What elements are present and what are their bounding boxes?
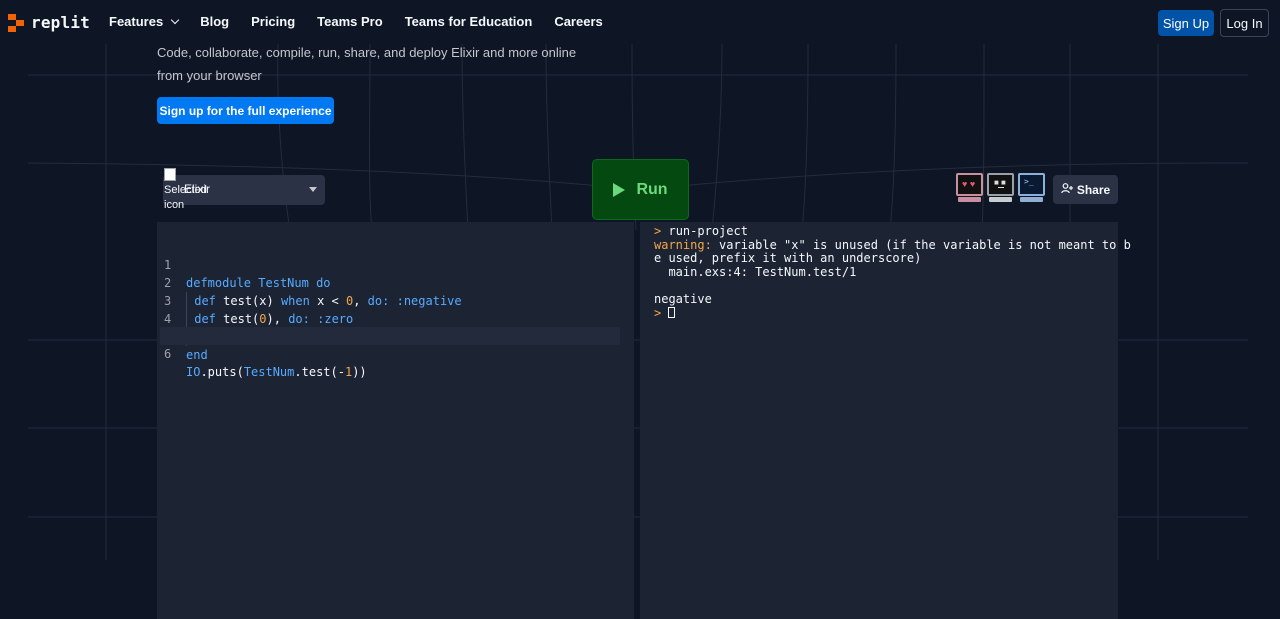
- nav-link-features[interactable]: Features: [109, 14, 180, 29]
- broken-image-icon: [164, 168, 176, 181]
- replit-logo-icon: [8, 13, 24, 32]
- code-line: 3 def test(0), do: :zero: [157, 274, 620, 328]
- run-button-label: Run: [636, 180, 668, 198]
- console-warning-line-2: e used, prefix it with an underscore): [654, 251, 922, 265]
- hero-description: Code, collaborate, compile, run, share, …: [157, 41, 617, 87]
- console-output-line: negative: [654, 292, 712, 306]
- add-user-icon: [1061, 182, 1073, 197]
- code-line: 1 defmodule TestNum do: [157, 238, 620, 290]
- nav-link-careers[interactable]: Careers: [554, 14, 602, 29]
- language-name: Elixir: [184, 182, 210, 196]
- code-line: 2 def test(x) when x < 0, do: :negative: [157, 256, 620, 310]
- console-output[interactable]: > run-project warning: variable "x" is u…: [640, 222, 1131, 619]
- nav-link-blog[interactable]: Blog: [200, 14, 229, 29]
- console-location-line: main.exs:4: TestNum.test/1: [654, 265, 857, 279]
- console-command-line: > run-project: [654, 224, 748, 239]
- console-input-line[interactable]: >: [654, 306, 676, 321]
- avatar-neutral-face-icon: ■ ■: [986, 173, 1015, 203]
- caret-down-icon: [309, 187, 317, 192]
- code-editor[interactable]: 1 defmodule TestNum do 2 def test(x) whe…: [157, 222, 634, 619]
- line-number: 6: [164, 347, 172, 361]
- sign-up-full-experience-button[interactable]: Sign up for the full experience: [157, 97, 334, 124]
- code-text: end: [186, 348, 208, 362]
- play-icon: [613, 182, 626, 197]
- avatar-terminal-icon: >_: [1017, 173, 1046, 203]
- code-line: 5 end: [157, 310, 620, 362]
- run-button[interactable]: Run: [592, 159, 689, 220]
- top-navigation: replit Features Blog Pricing Teams Pro T…: [0, 0, 1280, 44]
- sign-up-button[interactable]: Sign Up: [1158, 10, 1214, 36]
- chevron-down-icon: [170, 15, 180, 24]
- console-command: run-project: [668, 224, 748, 238]
- code-line: 4 def test(x), do: :positive: [157, 292, 620, 346]
- share-button-label: Share: [1076, 182, 1111, 197]
- nav-links: Features Blog Pricing Teams Pro Teams fo…: [109, 14, 625, 29]
- replit-logo[interactable]: replit: [8, 13, 90, 32]
- language-select[interactable]: Selected icon Elixir: [163, 168, 325, 211]
- nav-link-features-label: Features: [109, 14, 164, 29]
- hero-description-line-2: from your browser: [157, 68, 262, 83]
- avatar-heart-eyes-icon: ♥ ♥: [955, 173, 984, 203]
- logo-text: replit: [31, 13, 90, 32]
- prompt-icon: >: [654, 224, 662, 238]
- share-button[interactable]: Share: [1053, 175, 1118, 204]
- nav-link-pricing[interactable]: Pricing: [251, 14, 295, 29]
- warning-label: warning:: [654, 238, 712, 252]
- code-text: IO.puts(TestNum.test(-1)): [186, 365, 367, 379]
- warning-text: variable "x" is unused (if the variable …: [711, 238, 1131, 252]
- nav-link-teams-pro[interactable]: Teams Pro: [317, 14, 383, 29]
- code-line-active: 6 IO.puts(TestNum.test(-1)): [160, 327, 620, 379]
- log-in-button[interactable]: Log In: [1220, 9, 1269, 37]
- nav-link-teams-education[interactable]: Teams for Education: [405, 14, 533, 29]
- text-cursor: [668, 307, 676, 318]
- prompt-icon: >: [654, 306, 662, 320]
- hero-description-line-1: Code, collaborate, compile, run, share, …: [157, 45, 577, 60]
- collaborator-avatars: ♥ ♥ ■ ■ >_: [955, 173, 1048, 203]
